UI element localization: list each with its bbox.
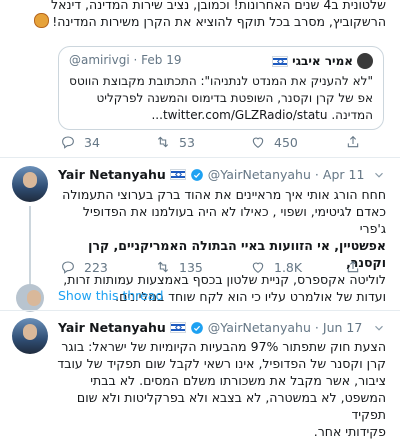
- tweet2-header: Yair Netanyahu @YairNetanyahu · Apr 11: [58, 167, 388, 182]
- tweet-line: הצעת חוק שתפתור 97% מהבעיות הקיומיות של …: [61, 339, 386, 354]
- separator-dot: ·: [314, 167, 319, 182]
- retweet-icon: [157, 261, 169, 273]
- reply-count: 34: [84, 134, 100, 150]
- quoted-tweet-handle[interactable]: @amirivgi: [69, 53, 130, 67]
- reply-button[interactable]: 223: [60, 259, 155, 275]
- retweet-count: 53: [179, 134, 195, 150]
- tweet-line: פקידותי אחר.: [313, 424, 386, 439]
- like-button[interactable]: 1.8K: [250, 259, 345, 275]
- retweet-button[interactable]: 53: [155, 134, 250, 150]
- tweet2-actions: 223 135 1.8K: [60, 259, 369, 275]
- quoted-tweet-author[interactable]: אמיר איבגי: [272, 53, 373, 69]
- tweet-divider: [0, 157, 400, 158]
- israel-flag-icon: [272, 55, 289, 67]
- reply-button[interactable]: 34: [60, 134, 155, 150]
- like-count: 1.8K: [274, 259, 303, 275]
- quoted-tweet-date[interactable]: Feb 19: [141, 53, 181, 67]
- share-icon: [347, 260, 359, 273]
- tweet-line: קרן וקסנר של הפדופיל, אינו רשאי לקבל שום…: [57, 356, 386, 371]
- share-button[interactable]: [345, 259, 369, 275]
- tweet-line: חחח הורג אותי איך מראיינים את אהוד ברק ב…: [62, 187, 386, 202]
- like-button[interactable]: 450: [250, 134, 345, 150]
- reply-icon: [62, 261, 74, 274]
- quoted-author-avatar[interactable]: [357, 53, 373, 69]
- tweet-date[interactable]: Jun 17: [323, 320, 362, 335]
- verified-badge-icon: [190, 168, 203, 181]
- israel-flag-icon: [169, 169, 186, 180]
- quoted-tweet-name[interactable]: אמיר איבגי: [292, 54, 353, 68]
- author-handle[interactable]: @YairNetanyahu: [208, 320, 311, 335]
- separator-dot: ·: [314, 320, 319, 335]
- top-tweet-line: הרשקוביץ, מסרב בכל תוקף להוציא את הקרן מ…: [12, 13, 386, 30]
- verified-badge-icon: [190, 321, 203, 334]
- quoted-tweet-handle-date: @amirivgi · Feb 19: [69, 53, 182, 67]
- author-avatar[interactable]: [12, 318, 48, 354]
- author-name[interactable]: Yair Netanyahu: [58, 167, 166, 182]
- retweet-icon: [157, 136, 169, 148]
- chevron-down-icon[interactable]: [372, 321, 386, 335]
- tweet-divider: [0, 310, 400, 311]
- heart-icon: [252, 137, 264, 148]
- israel-flag-icon: [169, 322, 186, 333]
- tweet-line: כאדם לגיטימי, ושפוי , כאילו לא היה בעולמ…: [82, 204, 386, 236]
- chevron-down-icon[interactable]: [372, 168, 386, 182]
- quoted-tweet-line: "לא להעניק את המנדט לנתניהו": התכתובת מק…: [69, 74, 373, 88]
- quoted-tweet-body: "לא להעניק את המנדט לנתניהו": התכתובת מק…: [69, 73, 373, 124]
- tweet3-header: Yair Netanyahu @YairNetanyahu · Jun 17: [58, 320, 388, 335]
- quoted-tweet-header: @amirivgi · Feb 19 אמיר איבגי: [69, 53, 373, 71]
- quoted-tweet-line: המדינה. twitter.com/GLZRadio/statu...: [151, 108, 373, 122]
- author-name[interactable]: Yair Netanyahu: [58, 320, 166, 335]
- quoted-tweet-card[interactable]: @amirivgi · Feb 19 אמיר איבגי "לא להעניק…: [58, 46, 384, 130]
- tweet3-text: הצעת חוק שתפתור 97% מהבעיות הקיומיות של …: [56, 338, 386, 440]
- author-avatar[interactable]: [12, 166, 48, 202]
- heart-icon: [252, 262, 264, 273]
- top-tweet: שלטונית ב4 שנים האחרונות! וכמובן, נציב ש…: [12, 0, 386, 30]
- author-handle[interactable]: @YairNetanyahu: [208, 167, 311, 182]
- tweet-line: ציבור, אשר מקבל את משכורתו משלם המסים. ל…: [90, 373, 386, 388]
- tweet-line: המשפט, לא במשטרה, לא בצבא ולא בפרקליטות …: [76, 390, 386, 422]
- angry-face-icon: [34, 13, 50, 28]
- quoted-tweet-line: אפ של קרן וקסנר, השופטת בדימוס והמשנה לפ…: [96, 91, 373, 105]
- like-count: 450: [274, 134, 298, 150]
- retweet-button[interactable]: 135: [155, 259, 250, 275]
- tweet1-actions: 34 53 450: [60, 134, 369, 150]
- thread-avatar-placeholder: [16, 284, 44, 312]
- reply-count: 223: [84, 259, 108, 275]
- tweet-date[interactable]: Apr 11: [323, 167, 365, 182]
- top-tweet-text: שלטונית ב4 שנים האחרונות! וכמובן, נציב ש…: [12, 0, 386, 30]
- reply-icon: [62, 136, 74, 149]
- show-thread-link[interactable]: Show this thread: [58, 288, 163, 303]
- share-icon: [347, 135, 359, 148]
- retweet-count: 135: [179, 259, 203, 275]
- share-button[interactable]: [345, 134, 369, 150]
- top-tweet-line: שלטונית ב4 שנים האחרונות! וכמובן, נציב ש…: [51, 0, 386, 12]
